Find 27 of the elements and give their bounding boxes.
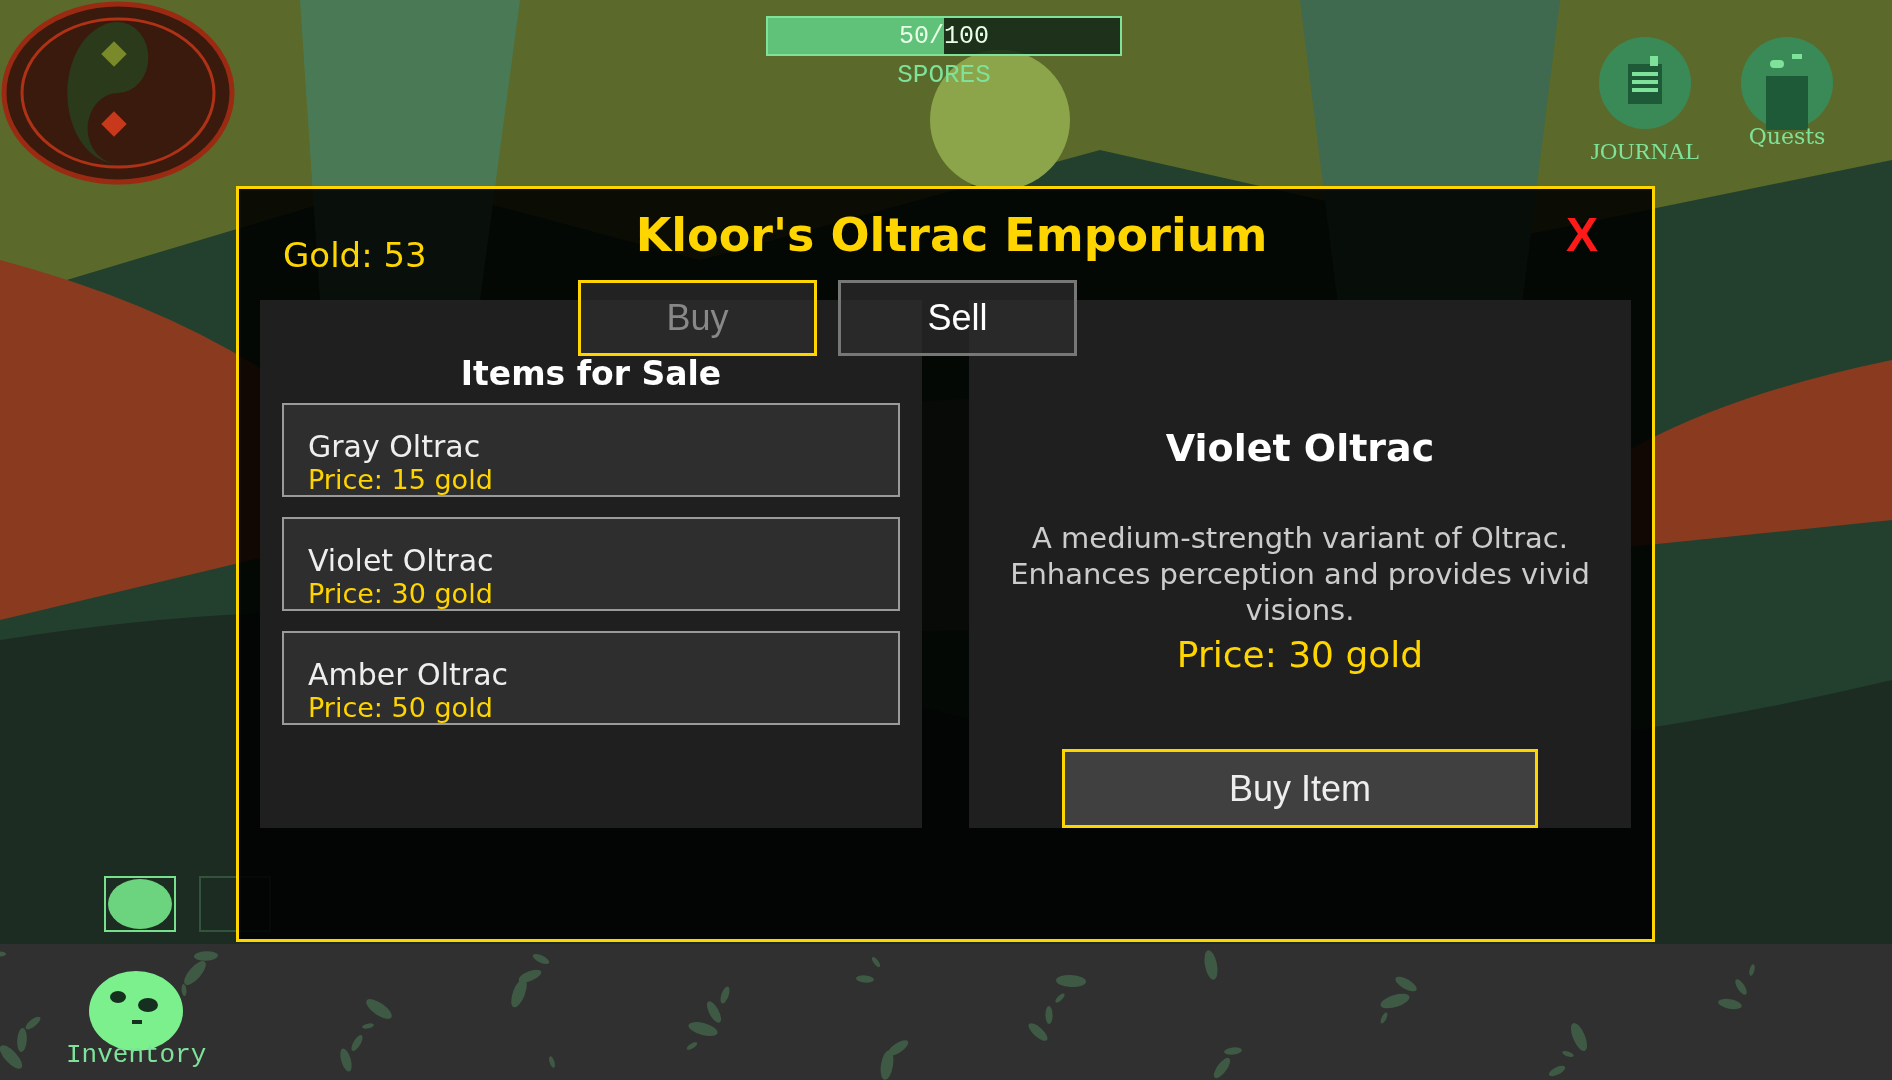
item-card[interactable]: Amber Oltrac Price: 50 gold xyxy=(282,631,900,725)
emblem-icon xyxy=(0,0,236,186)
tab[interactable]: Sell xyxy=(838,280,1077,356)
close-button[interactable]: X xyxy=(1560,207,1604,262)
hotbar-slot[interactable] xyxy=(104,876,176,932)
item-card[interactable]: Violet Oltrac Price: 30 gold xyxy=(282,517,900,611)
buy-button[interactable]: Buy Item xyxy=(1062,749,1538,828)
item-description: A medium-strength variant of Oltrac. Enhances perception and provides vivid visions. xyxy=(1010,520,1590,628)
inventory-label[interactable]: Inventory xyxy=(66,1040,207,1070)
item-price: Price: 15 gold xyxy=(308,465,494,495)
tab[interactable]: Buy xyxy=(578,280,817,356)
spores-label: SPORES xyxy=(897,60,991,90)
item-name: Gray Oltrac xyxy=(308,429,482,465)
quests-label[interactable]: Quests xyxy=(1748,124,1826,149)
shop-title: Kloor's Oltrac Emporium xyxy=(634,207,1269,262)
spores-reading: 50/100 xyxy=(899,21,989,51)
item-card[interactable]: Gray Oltrac Price: 15 gold xyxy=(282,403,900,497)
item-name: Amber Oltrac xyxy=(308,657,510,693)
currency-count: Gold: 53 xyxy=(283,234,428,275)
item-name: Violet Oltrac xyxy=(308,543,495,579)
item-heading: Violet Oltrac xyxy=(1165,426,1435,470)
item-price: Price: 30 gold xyxy=(308,579,494,609)
journal-label[interactable]: JOURNAL xyxy=(1590,138,1700,165)
item-price: Price: 50 gold xyxy=(308,693,494,723)
book-icon[interactable] xyxy=(1598,36,1693,130)
item-price: Price: 30 gold xyxy=(1176,634,1424,675)
list-heading: Items for Sale xyxy=(460,354,722,393)
